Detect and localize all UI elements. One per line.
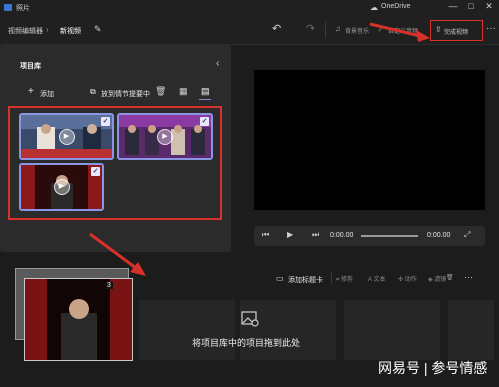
background-music-button[interactable]: 背景音乐 <box>345 26 369 35</box>
text-label: 文本 <box>373 277 386 283</box>
dragged-clip-thumbnail <box>25 279 132 360</box>
undo-icon[interactable]: ↶ <box>272 22 281 35</box>
minimize-button[interactable]: — <box>444 0 462 14</box>
title-bar <box>0 0 499 16</box>
next-frame-icon[interactable]: ⏭ <box>312 230 319 240</box>
library-clip-1[interactable]: ▶ ✓ <box>19 113 114 160</box>
dragged-clip-count-badge: 3 <box>105 282 113 289</box>
filters-label: 滤镜 <box>434 277 447 283</box>
storyboard-slot[interactable] <box>344 300 440 360</box>
maximize-button[interactable]: □ <box>462 0 480 14</box>
breadcrumb-new-video: 新视频 <box>60 28 81 35</box>
collapse-chevron-icon[interactable]: ‹ <box>216 58 219 69</box>
more-options-icon[interactable]: ··· <box>486 23 496 34</box>
annotation-arrow-icon <box>369 22 430 42</box>
redo-icon[interactable]: ↷ <box>306 22 315 35</box>
seek-slider[interactable] <box>361 235 418 237</box>
finish-video-label: 完成视频 <box>444 30 469 36</box>
library-clip-2[interactable]: ▶ ✓ <box>117 113 213 160</box>
close-button[interactable]: ✕ <box>480 0 498 14</box>
annotation-arrow-icon <box>89 232 146 276</box>
breadcrumb-separator: › <box>46 25 49 34</box>
window-title: 照片 <box>16 5 30 12</box>
add-title-card-button[interactable]: 添加标题卡 <box>288 275 323 285</box>
rename-pencil-icon[interactable]: ✎ <box>94 24 102 35</box>
motion-label: 动作 <box>404 277 417 283</box>
add-label: 添加 <box>40 91 54 98</box>
storyboard-toolbar-divider <box>331 272 332 284</box>
play-icon[interactable]: ▶ <box>157 128 173 145</box>
music-note-icon[interactable]: ♫ <box>335 24 341 33</box>
place-in-storyboard-label: 放到情节提要中 <box>101 91 150 98</box>
trim-button[interactable]: ⌗ 修剪 <box>336 274 353 284</box>
play-icon[interactable]: ▶ <box>58 128 75 145</box>
storyboard-slot[interactable] <box>448 300 494 360</box>
delete-icon[interactable]: 🗑 <box>155 86 166 97</box>
dragged-clip-preview[interactable] <box>24 278 133 361</box>
total-time: 0:00.00 <box>427 232 451 239</box>
selected-check-icon[interactable]: ✓ <box>101 117 110 126</box>
current-time: 0:00.00 <box>330 232 354 239</box>
active-view-indicator <box>199 99 211 100</box>
cloud-icon: ☁ <box>370 3 378 12</box>
library-clip-3[interactable]: ▶ ✓ <box>19 163 104 211</box>
add-icon: + <box>28 86 34 97</box>
video-preview[interactable] <box>254 70 485 210</box>
selected-check-icon[interactable]: ✓ <box>200 117 209 126</box>
selected-check-icon[interactable]: ✓ <box>91 167 100 176</box>
grid-view-icon[interactable]: ▦ <box>179 86 188 97</box>
watermark-text: 网易号 | 参号情感 <box>378 360 488 376</box>
trim-label: 修剪 <box>341 277 354 283</box>
storyboard-icon: ⧉ <box>90 87 96 96</box>
onedrive-label[interactable]: OneDrive <box>381 3 411 10</box>
project-library-title: 项目库 <box>20 63 41 70</box>
storyboard-slot[interactable] <box>139 300 235 360</box>
drop-image-icon <box>241 311 259 327</box>
text-button[interactable]: A 文本 <box>368 274 385 283</box>
storyboard-delete-icon[interactable]: 🗑 <box>446 274 454 281</box>
filters-button[interactable]: ◈ 滤镜 <box>428 274 446 283</box>
finish-video-button[interactable]: ⇪ 完成视频 <box>430 20 483 41</box>
list-view-icon[interactable]: ▤ <box>201 86 210 97</box>
photos-app-icon <box>4 4 12 11</box>
motion-button[interactable]: ✣ 动作 <box>398 274 417 283</box>
storyboard-more-icon[interactable]: ··· <box>464 272 473 282</box>
play-icon[interactable]: ▶ <box>287 230 293 239</box>
previous-frame-icon[interactable]: ⏮ <box>262 230 269 240</box>
storyboard-drop-hint: 将项目库中的项目拖到此处 <box>192 338 301 348</box>
toolbar-divider <box>325 22 326 38</box>
export-icon: ⇪ <box>435 25 442 34</box>
title-card-icon[interactable]: ▭ <box>276 274 284 283</box>
fullscreen-icon[interactable]: ⤢ <box>464 230 470 240</box>
play-icon[interactable]: ▶ <box>53 179 70 195</box>
breadcrumb-video-editor[interactable]: 视频编辑器 <box>8 26 43 36</box>
